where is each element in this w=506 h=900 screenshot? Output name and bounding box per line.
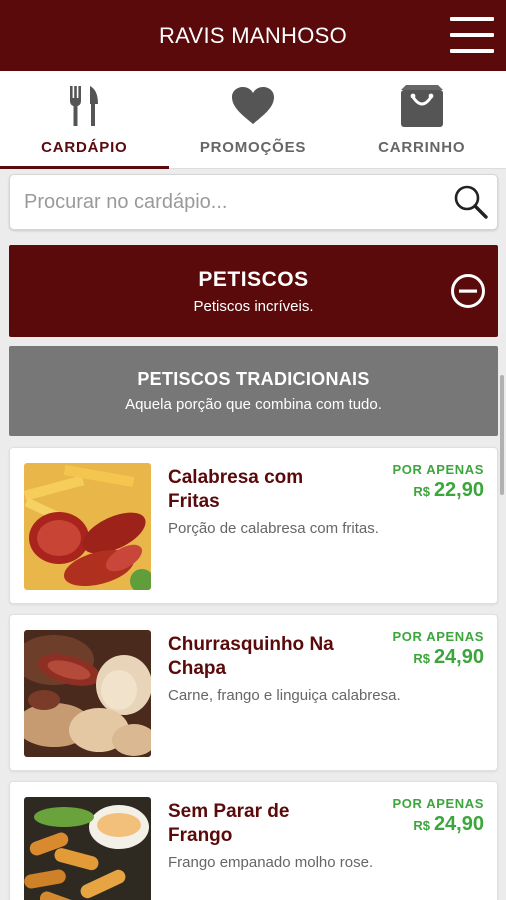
item-price: R$ 24,90 — [393, 813, 484, 836]
category-subtitle: Petiscos incríveis. — [193, 297, 314, 315]
subcategory-description: Aquela porção que combina com tudo. — [125, 396, 382, 413]
search-input[interactable] — [10, 175, 445, 229]
item-price: R$ 22,90 — [393, 479, 484, 502]
price-block: POR APENAS R$ 22,90 — [393, 462, 484, 502]
tab-label: PROMOÇÕES — [199, 139, 307, 156]
menu-item-card[interactable]: Churrasquinho Na Chapa Carne, frango e l… — [9, 614, 498, 771]
menu-item-card[interactable]: Calabresa com Fritas Porção de calabresa… — [9, 447, 498, 604]
item-price: R$ 24,90 — [393, 646, 484, 669]
price-value: 24,90 — [433, 646, 484, 668]
menu-item-card[interactable]: Sem Parar de Frango Frango empanado molh… — [9, 781, 498, 900]
price-value: 24,90 — [433, 813, 484, 835]
price-label: POR APENAS — [392, 462, 484, 477]
item-description: Porção de calabresa com fritas. — [168, 520, 379, 537]
tab-carrinho[interactable]: CARRINHO — [337, 71, 506, 168]
item-name: Calabresa com Fritas — [168, 467, 304, 512]
subcategory-header[interactable]: PETISCOS TRADICIONAIS Aquela porção que … — [9, 346, 498, 436]
tab-label: CARDÁPIO — [41, 139, 128, 156]
currency-symbol: R$ — [413, 484, 430, 499]
currency-symbol: R$ — [413, 651, 430, 666]
search-icon[interactable] — [445, 174, 497, 230]
search-bar — [9, 174, 498, 230]
item-description: Carne, frango e linguiça calabresa. — [168, 687, 401, 704]
currency-symbol: R$ — [413, 818, 430, 833]
app-header: RAVIS MANHOSO — [0, 0, 506, 71]
price-block: POR APENAS R$ 24,90 — [393, 629, 484, 669]
shopping-bag-icon — [400, 83, 444, 129]
tab-cardapio[interactable]: CARDÁPIO — [0, 71, 169, 169]
price-value: 22,90 — [433, 479, 484, 501]
tab-label: CARRINHO — [378, 139, 466, 156]
price-block: POR APENAS R$ 24,90 — [393, 796, 484, 836]
price-label: POR APENAS — [392, 629, 484, 644]
item-photo — [24, 630, 151, 757]
tab-bar: CARDÁPIO PROMOÇÕES CARRINHO — [0, 71, 506, 169]
item-name: Churrasquinho Na Chapa — [168, 634, 334, 679]
scrollbar[interactable] — [500, 375, 504, 495]
app-title: RAVIS MANHOSO — [158, 22, 348, 48]
category-title: PETISCOS — [198, 267, 309, 291]
item-name: Sem Parar de Frango — [168, 801, 290, 846]
minus-circle-icon[interactable] — [450, 273, 486, 314]
item-description: Frango empanado molho rose. — [168, 854, 374, 871]
price-label: POR APENAS — [392, 796, 484, 811]
heart-icon — [231, 83, 275, 129]
fork-knife-icon — [68, 83, 100, 129]
category-header[interactable]: PETISCOS Petiscos incríveis. — [9, 245, 498, 337]
tab-promocoes[interactable]: PROMOÇÕES — [169, 71, 338, 168]
subcategory-title: PETISCOS TRADICIONAIS — [137, 369, 370, 389]
item-photo — [24, 463, 151, 590]
hamburger-menu-icon[interactable] — [450, 17, 494, 53]
item-photo — [24, 797, 151, 900]
